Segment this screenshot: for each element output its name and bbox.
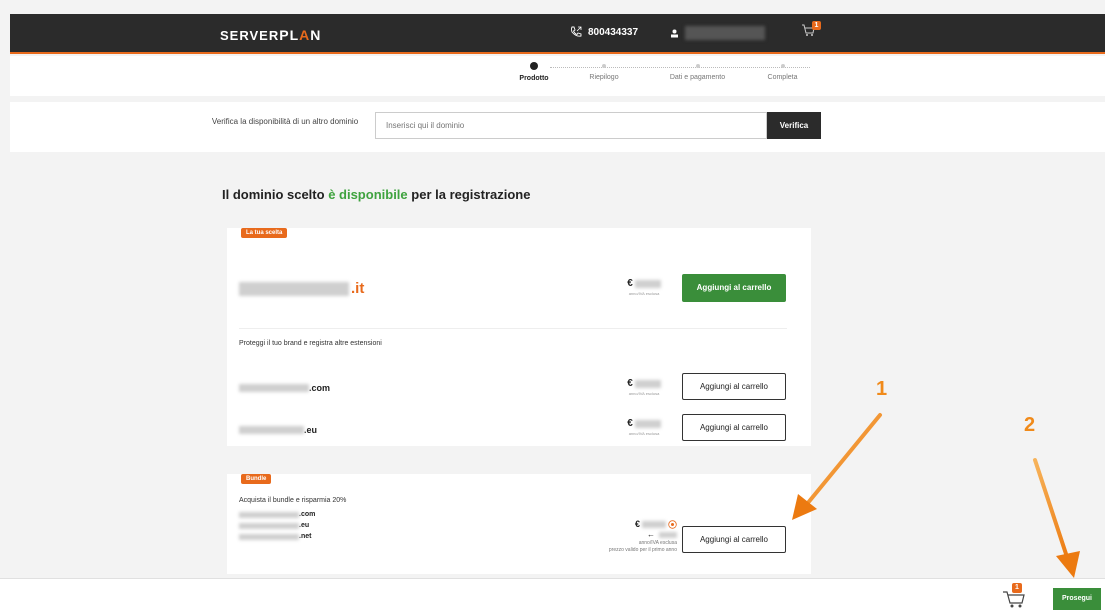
- first-year-note: prezzo valido per il primo anno: [608, 547, 677, 553]
- user-icon: [671, 29, 678, 37]
- annotation-number-2: 2: [1024, 414, 1036, 436]
- header-cart[interactable]: 1: [801, 21, 821, 42]
- top-navbar: SERVERPLAN 800434337 1: [10, 14, 1105, 54]
- step-product: Prodotto: [510, 62, 558, 82]
- heading-text: Il dominio scelto: [222, 187, 329, 202]
- domain-name-redacted: [239, 384, 309, 392]
- price-note: anno/IVA esclusa: [628, 291, 660, 296]
- cart-count-badge: 1: [1012, 583, 1022, 593]
- euro-sign: €: [627, 378, 633, 389]
- euro-sign: €: [634, 519, 640, 529]
- extension-price-com: € anno/IVA esclusa: [619, 378, 669, 396]
- domain-name-redacted: [239, 281, 349, 296]
- old-price-arrow: ←: [647, 530, 655, 539]
- verify-button[interactable]: Verifica: [767, 112, 821, 139]
- step-dot: [695, 64, 700, 68]
- protect-brand-text: Proteggi il tuo brand e registra altre e…: [239, 340, 382, 347]
- phone-link[interactable]: 800434337: [570, 26, 638, 38]
- extension-tld: .eu: [304, 425, 318, 435]
- verify-label: Verifica la disponibilità di un altro do…: [211, 117, 359, 126]
- extension-row-eu: .eu: [239, 425, 317, 435]
- bundle-price: € ← anno/IVA esclusa prezzo valido per i…: [587, 520, 677, 554]
- euro-sign: €: [627, 418, 633, 429]
- price-redacted: [642, 521, 666, 528]
- checkout-header-band: Prodotto Riepilogo Dati e pagamento Comp…: [10, 56, 1105, 152]
- extension-tld: .com: [309, 383, 331, 393]
- step-complete: Completa: [755, 64, 810, 81]
- price-redacted: [634, 380, 661, 389]
- proceed-button[interactable]: Prosegui: [1053, 588, 1101, 610]
- extension-price-eu: € anno/IVA esclusa: [619, 418, 669, 436]
- phone-number: 800434337: [588, 26, 639, 38]
- step-label: Prodotto: [519, 75, 549, 82]
- logo-text-a: A: [299, 27, 311, 43]
- user-name-redacted: [685, 26, 765, 40]
- price-redacted: [634, 280, 661, 289]
- step-dot: [602, 64, 606, 68]
- price-note: anno/IVA esclusa: [628, 391, 660, 396]
- user-account[interactable]: [670, 26, 765, 40]
- bundle-description: Acquista il bundle e risparmia 20%: [239, 497, 347, 504]
- extension-row-com: .com: [239, 383, 330, 393]
- bundle-item: .eu: [239, 520, 315, 531]
- bundle-tld: .net: [299, 533, 312, 540]
- bundle-tld: .eu: [299, 522, 310, 529]
- chosen-domain-tld: .it: [351, 280, 365, 297]
- step-label: Dati e pagamento: [669, 74, 726, 81]
- serverplan-logo[interactable]: SERVERPLAN: [220, 27, 321, 43]
- add-to-cart-button-bundle[interactable]: Aggiungi al carrello: [682, 526, 786, 553]
- logo-text-plan: PL: [279, 27, 300, 43]
- discount-icon: [668, 520, 677, 529]
- bottom-action-bar: 1 Prosegui: [0, 578, 1105, 615]
- domain-choice-card: La tua scelta .it € anno/IVA esclusa Agg…: [227, 228, 811, 446]
- bundle-item: .com: [239, 509, 315, 520]
- add-to-cart-button-com[interactable]: Aggiungi al carrello: [682, 373, 786, 400]
- heading-available-text: è disponibile: [328, 187, 408, 202]
- heading-text-end: per la registrazione: [407, 187, 531, 202]
- bundle-item: .net: [239, 531, 315, 542]
- domain-name-redacted: [239, 426, 304, 434]
- step-label: Completa: [767, 74, 798, 81]
- logo-text-server: SERVER: [220, 28, 280, 43]
- cart-count-badge: 1: [812, 21, 821, 30]
- logo-text-n: N: [310, 27, 322, 43]
- step-dot: [780, 64, 785, 68]
- domain-name-redacted: [239, 522, 299, 529]
- price-note: anno/IVA esclusa: [638, 540, 677, 546]
- bundle-domain-list: .com .eu .net: [239, 509, 315, 542]
- old-price-redacted: [659, 531, 677, 538]
- bundle-tld: .com: [299, 511, 316, 518]
- add-to-cart-button-main[interactable]: Aggiungi al carrello: [682, 274, 786, 302]
- choice-tag: La tua scelta: [241, 228, 288, 238]
- arrow-2-icon: [1033, 458, 1080, 578]
- card-separator: [239, 328, 787, 329]
- bundle-tag: Bundle: [241, 474, 272, 484]
- add-to-cart-button-eu[interactable]: Aggiungi al carrello: [682, 414, 786, 441]
- price-redacted: [634, 420, 661, 429]
- footer-cart[interactable]: 1: [1002, 583, 1026, 614]
- domain-search-input[interactable]: [375, 112, 767, 139]
- availability-heading: Il dominio scelto è disponibile per la r…: [222, 187, 530, 202]
- choice-price: € anno/IVA esclusa: [619, 278, 669, 296]
- annotation-number-1: 1: [876, 378, 888, 400]
- domain-name-redacted: [239, 533, 299, 540]
- euro-sign: €: [627, 278, 633, 289]
- bundle-card: Bundle Acquista il bundle e risparmia 20…: [227, 474, 811, 574]
- phone-icon: [571, 26, 582, 37]
- checkout-steps: Prodotto Riepilogo Dati e pagamento Comp…: [510, 62, 820, 99]
- chosen-domain: .it: [239, 280, 364, 297]
- step-summary: Riepilogo: [580, 64, 628, 81]
- step-payment: Dati e pagamento: [655, 64, 740, 81]
- section-divider: [10, 96, 1105, 102]
- step-label: Riepilogo: [589, 74, 619, 81]
- step-dot-active: [530, 62, 538, 70]
- domain-name-redacted: [239, 511, 299, 518]
- price-note: anno/IVA esclusa: [628, 431, 660, 436]
